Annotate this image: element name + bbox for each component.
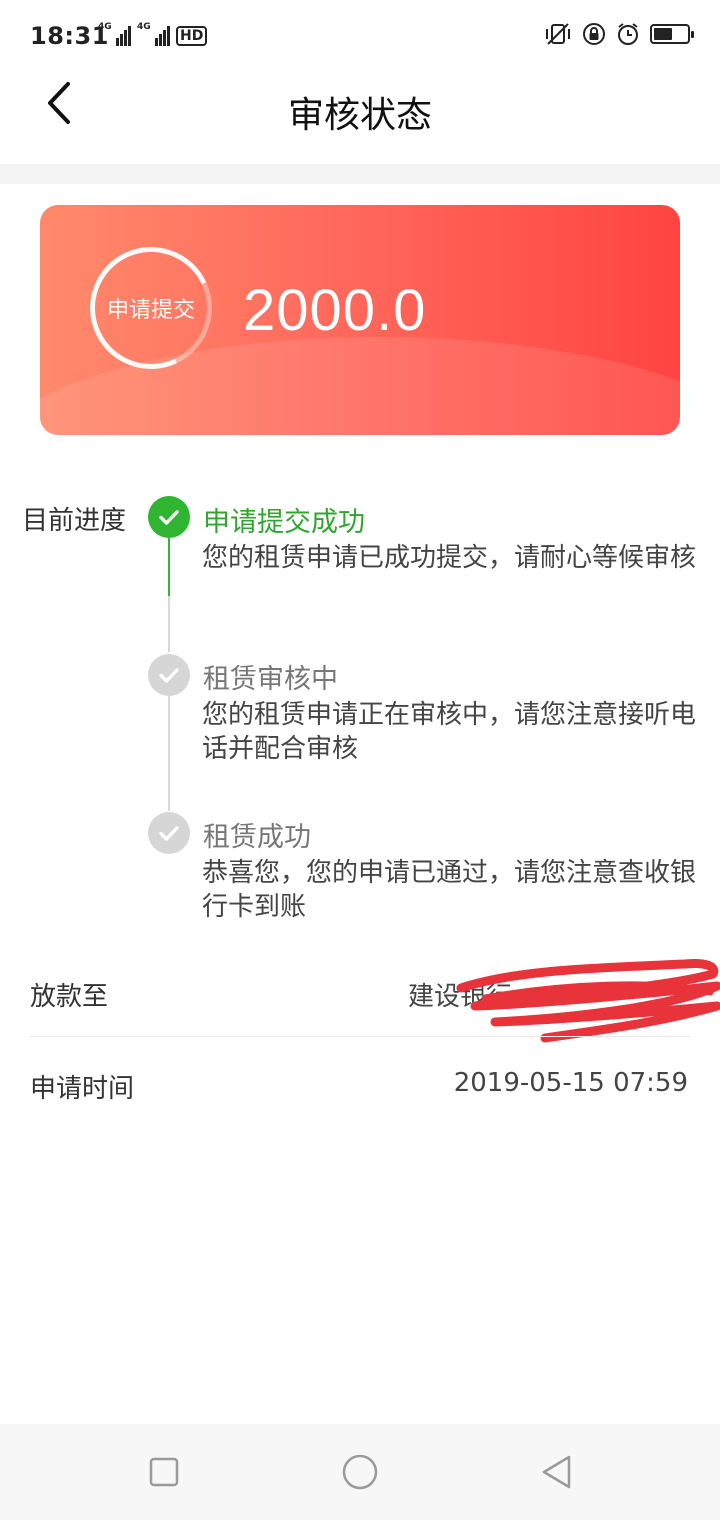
status-left-icons: 4G 4G HD: [98, 22, 208, 46]
timeline-line: [168, 695, 170, 811]
step-description: 您的租赁申请正在审核中，请您注意接听电话并配合审核: [202, 700, 697, 764]
square-icon: [149, 1457, 179, 1487]
header-divider: [0, 164, 720, 184]
header: 审核状态: [0, 72, 720, 164]
status-ring-label: 申请提交: [106, 298, 195, 323]
step-title: 租赁成功: [203, 822, 311, 853]
redaction-scribble: [456, 959, 720, 1043]
battery-icon: [650, 24, 694, 44]
circle-icon: [342, 1454, 378, 1490]
amount-value: 2000.0: [243, 278, 427, 343]
back-nav-button[interactable]: [536, 1452, 576, 1492]
step-description: 恭喜您，您的申请已通过，请您注意查收银行卡到账: [202, 858, 697, 922]
step-check-icon: [148, 496, 190, 538]
step-description: 您的租赁申请已成功提交，请耐心等候审核: [202, 543, 697, 573]
step-check-icon: [148, 812, 190, 854]
hd-badge: HD: [176, 26, 208, 46]
recent-apps-button[interactable]: [144, 1452, 184, 1492]
page-title: 审核状态: [287, 95, 432, 136]
timeline-line: [168, 538, 170, 596]
vibrate-off-icon: [546, 23, 570, 45]
payout-label: 放款至: [30, 982, 109, 1012]
lock-rotation-icon: [583, 23, 605, 45]
step-title: 租赁审核中: [203, 664, 338, 695]
alarm-icon: [618, 23, 638, 45]
signal-icon: 4G: [137, 22, 170, 46]
home-button[interactable]: [340, 1452, 380, 1492]
apply-time-label: 申请时间: [30, 1074, 135, 1104]
signal-tag: 4G: [137, 22, 151, 32]
row-divider: [30, 1036, 690, 1037]
apply-time-value: 2019-05-15 07:59: [453, 1068, 688, 1098]
step-title: 申请提交成功: [203, 507, 365, 538]
progress-label: 目前进度: [22, 506, 127, 536]
nav-bar: [0, 1424, 720, 1520]
triangle-back-icon: [542, 1455, 571, 1489]
amount-card: 申请提交 2000.0: [40, 205, 680, 435]
apply-time-row: 申请时间 2019-05-15 07:59: [0, 1040, 720, 1132]
status-right-icons: [544, 22, 694, 46]
signal-icon: 4G: [98, 22, 131, 46]
step-check-icon: [148, 654, 190, 696]
signal-tag: 4G: [98, 22, 112, 32]
timeline-line: [168, 596, 170, 652]
status-bar: 18:31 4G 4G HD: [0, 0, 720, 72]
